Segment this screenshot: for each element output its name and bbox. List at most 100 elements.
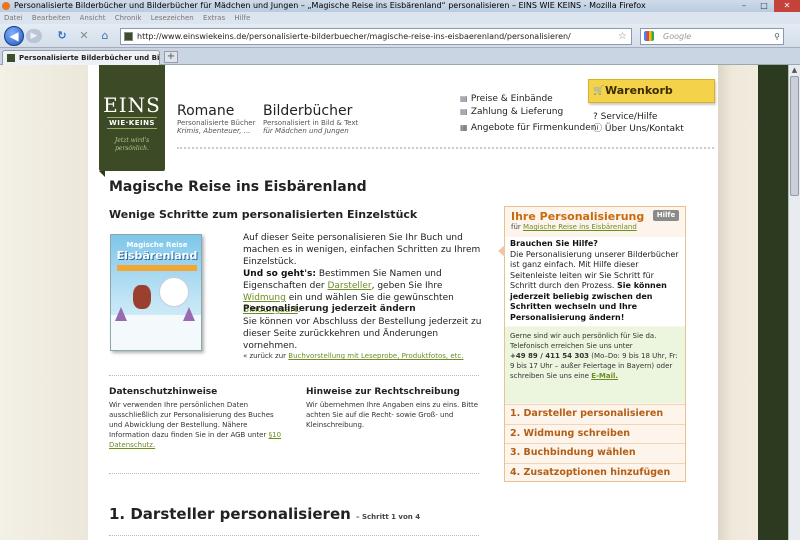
link-delivery[interactable]: ▤ Zahlung & Lieferung [460, 106, 596, 118]
section-divider [109, 473, 479, 474]
nav-bilderbuecher[interactable]: Bilderbücher Personalisiert in Bild & Te… [263, 103, 358, 135]
window-title: Personalisierte Bilderbücher und Bilderb… [14, 1, 646, 10]
link-business[interactable]: ▦ Angebote für Firmenkunden [460, 122, 596, 134]
tab-title: Personalisierte Bilderbücher und Bild... [19, 54, 160, 62]
section-divider [109, 535, 479, 536]
firefox-icon [2, 2, 10, 10]
step-counter: – Schritt 1 von 4 [356, 513, 421, 521]
site-logo[interactable]: EINS WIE·KEINS Jetzt wird's persönlich. [99, 65, 165, 177]
url-text: http://www.einswiekeins.de/personalisier… [137, 32, 571, 41]
window-controls: – □ ✕ [734, 0, 800, 12]
forward-button[interactable]: ▶ [26, 29, 42, 43]
help-box: Brauchen Sie Hilfe? Die Personalisierung… [505, 237, 685, 326]
back-to-book: « zurück zur Buchvorstellung mit Lesepro… [243, 352, 464, 360]
logo-line2: WIE·KEINS [107, 117, 157, 129]
nav-romane-sub2: Krimis, Abenteuer, ... [177, 127, 251, 135]
menu-chronik[interactable]: Chronik [115, 14, 142, 22]
cart-icon: 🛒 [593, 86, 605, 96]
book-cover-image[interactable]: Magische Reise Eisbärenland [110, 234, 202, 351]
link-widmung[interactable]: Widmung [243, 293, 286, 303]
delivery-icon: ▤ [460, 107, 468, 116]
tab-favicon-icon [7, 54, 15, 62]
menu-ansicht[interactable]: Ansicht [80, 14, 106, 22]
step-link-3[interactable]: 3. Buchbindung wählen [505, 443, 685, 463]
personalization-sidebar: Ihre Personalisierung für Magische Reise… [498, 206, 686, 482]
scrollbar-thumb[interactable] [790, 76, 799, 196]
link-sidebar-book[interactable]: Magische Reise ins Eisbärenland [523, 223, 637, 231]
site-favicon-icon [124, 32, 133, 41]
tab-strip: Personalisierte Bilderbücher und Bild...… [0, 48, 800, 65]
intro-howto-label: Und so geht's: [243, 269, 316, 279]
link-service[interactable]: ? Service/Hilfe [593, 111, 684, 123]
nav-bilderbuecher-sub1: Personalisiert in Bild & Text [263, 119, 359, 127]
spelling-heading: Hinweise zur Rechtschreibung [306, 387, 460, 397]
link-about[interactable]: ⓘ Über Uns/Kontakt [593, 123, 684, 135]
change-text: Sie können vor Abschluss der Bestellung … [243, 317, 482, 351]
stop-icon[interactable]: ✕ [77, 29, 91, 43]
search-icon[interactable]: ⚲ [774, 29, 780, 44]
back-button[interactable]: ◀ [4, 26, 24, 46]
sidebar-for: für Magische Reise ins Eisbärenland [511, 223, 637, 231]
window-titlebar: Personalisierte Bilderbücher und Bilderb… [0, 0, 800, 12]
tab-active[interactable]: Personalisierte Bilderbücher und Bild... [2, 50, 160, 65]
bookmark-star-icon[interactable]: ☆ [618, 29, 627, 44]
home-icon[interactable]: ⌂ [98, 29, 112, 43]
header-divider [177, 147, 714, 149]
section-divider [109, 375, 479, 376]
child-illustration [133, 285, 151, 309]
help-question: Brauchen Sie Hilfe? [510, 239, 598, 248]
background-green-edge [758, 65, 788, 540]
step-link-1[interactable]: 1. Darsteller personalisieren [505, 404, 685, 424]
menu-datei[interactable]: Datei [4, 14, 23, 22]
info-links: ▤ Preise & Einbände ▤ Zahlung & Lieferun… [460, 93, 596, 135]
close-window-button[interactable]: ✕ [774, 0, 800, 12]
help-button[interactable]: Hilfe [653, 210, 679, 221]
nav-romane[interactable]: Romane Personalisierte Bücher Krimis, Ab… [177, 103, 255, 135]
step-list: 1. Darsteller personalisieren 2. Widmung… [505, 404, 685, 482]
step-heading: 1. Darsteller personalisieren – Schritt … [109, 505, 421, 523]
page-container: EINS WIE·KEINS Jetzt wird's persönlich. … [88, 65, 718, 540]
contact-box: Gerne sind wir auch persönlich für Sie d… [505, 327, 685, 403]
nav-romane-title[interactable]: Romane [177, 103, 255, 119]
scroll-up-icon[interactable]: ▲ [789, 65, 800, 76]
menu-bearbeiten[interactable]: Bearbeiten [32, 14, 70, 22]
search-placeholder: Google [663, 32, 692, 41]
intro-p1: Auf dieser Seite personalisieren Sie Ihr… [243, 233, 481, 267]
book-cover-big-title: Eisbärenland [116, 249, 198, 262]
menu-extras[interactable]: Extras [203, 14, 225, 22]
link-email[interactable]: E-Mail. [591, 372, 618, 380]
page-subtitle: Wenige Schritte zum personalisierten Ein… [109, 208, 418, 221]
browser-viewport: ▲ EINS WIE·KEINS Jetzt wird's persönlich… [0, 65, 800, 540]
spelling-text: Wir übernehmen Ihre Angaben eins zu eins… [306, 401, 479, 429]
google-icon[interactable] [644, 31, 654, 41]
privacy-text: Wir verwenden Ihre persönlichen Daten au… [109, 401, 282, 449]
minimize-button[interactable]: – [734, 0, 754, 12]
price-icon: ▤ [460, 94, 468, 103]
step-link-4[interactable]: 4. Zusatzoptionen hinzufügen [505, 462, 685, 483]
new-tab-button[interactable]: + [164, 51, 178, 63]
search-input[interactable]: Google ⚲ [640, 28, 784, 45]
step-link-2[interactable]: 2. Widmung schreiben [505, 423, 685, 444]
menu-hilfe[interactable]: Hilfe [234, 14, 250, 22]
vertical-scrollbar[interactable]: ▲ [788, 65, 800, 540]
link-prices[interactable]: ▤ Preise & Einbände [460, 93, 596, 105]
change-heading: Personalisierung jederzeit ändern [243, 304, 416, 314]
navigation-toolbar: ◀ ▶ ↻ ✕ ⌂ http://www.einswiekeins.de/per… [0, 24, 800, 48]
link-darsteller[interactable]: Darsteller [327, 281, 371, 291]
maximize-button[interactable]: □ [754, 0, 774, 12]
menu-lesezeichen[interactable]: Lesezeichen [151, 14, 194, 22]
cart-label: Warenkorb [605, 84, 673, 97]
nav-bilderbuecher-title[interactable]: Bilderbücher [263, 103, 358, 119]
service-links: ? Service/Hilfe ⓘ Über Uns/Kontakt [593, 111, 684, 135]
reload-icon[interactable]: ↻ [55, 29, 69, 43]
tree-illustration [115, 307, 127, 321]
polar-bear-illustration [159, 277, 189, 307]
phone-number: +49 89 / 411 54 303 [510, 352, 590, 360]
url-bar[interactable]: http://www.einswiekeins.de/personalisier… [120, 28, 632, 45]
link-book-presentation[interactable]: Buchvorstellung mit Leseprobe, Produktfo… [288, 352, 463, 360]
sidebar-pointer [498, 245, 505, 257]
privacy-heading: Datenschutzhinweise [109, 387, 218, 397]
book-cover-banner [117, 265, 197, 271]
tree-illustration [183, 307, 195, 321]
cart-button[interactable]: 🛒 Warenkorb [588, 79, 715, 103]
